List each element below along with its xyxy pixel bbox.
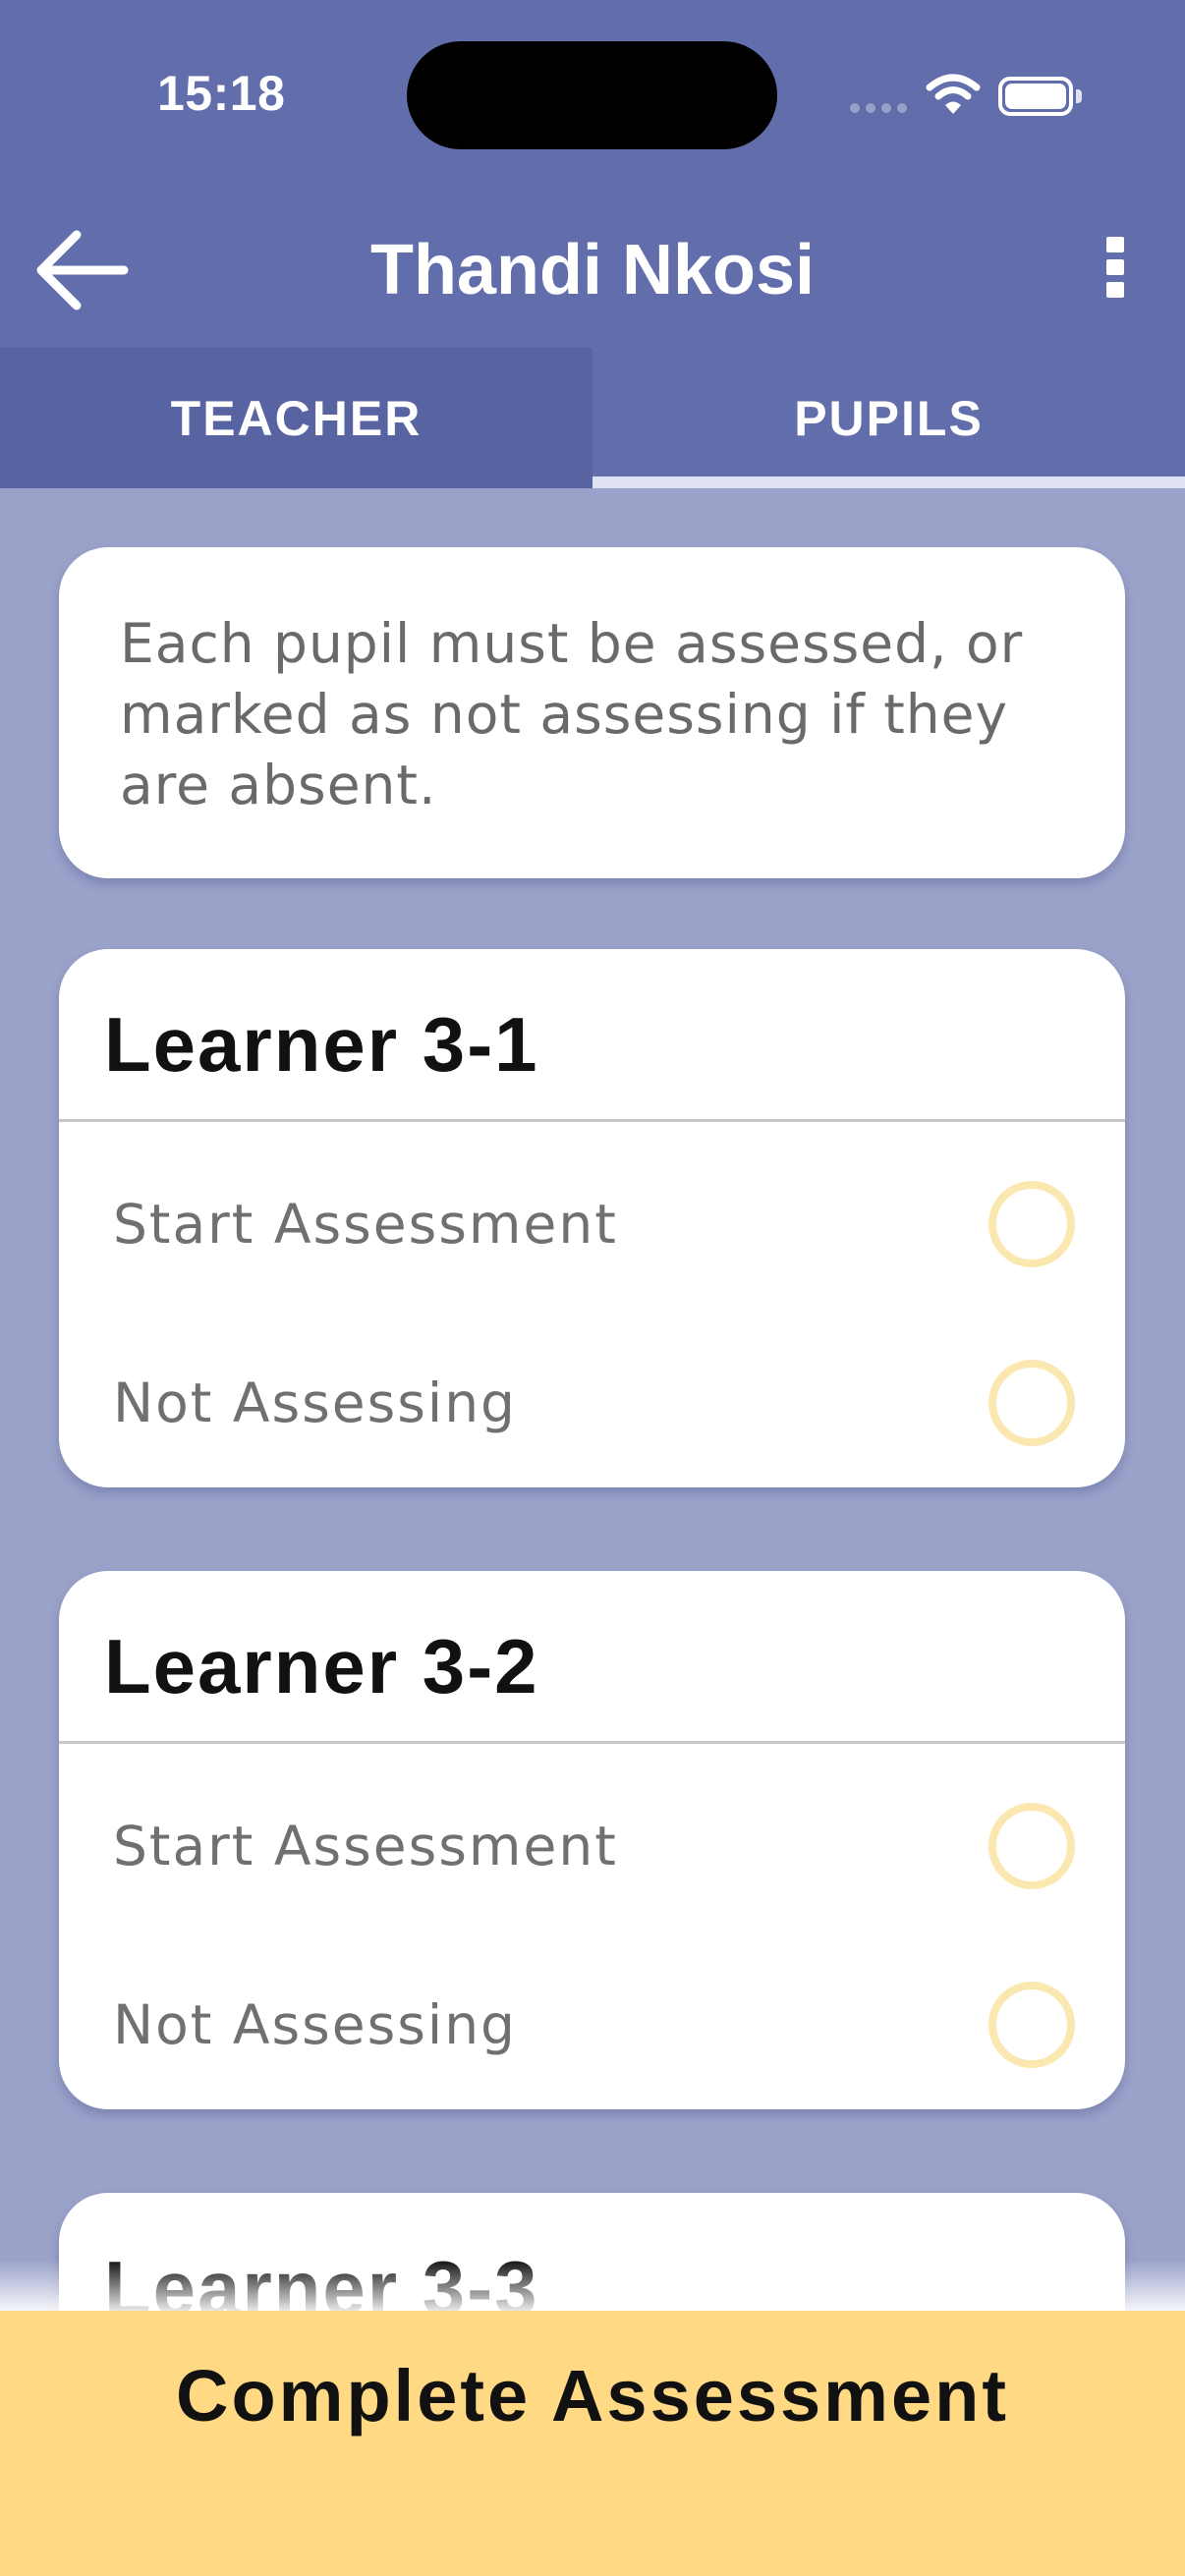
radio-button[interactable] [988, 1181, 1075, 1267]
tab-teacher[interactable]: TEACHER [0, 348, 592, 488]
tab-bar: TEACHER PUPILS [0, 348, 1185, 488]
info-text: Each pupil must be assessed, or marked a… [120, 612, 1024, 816]
learner-card: Learner 3-1 Start Assessment Not Assessi… [59, 949, 1125, 1487]
radio-button[interactable] [988, 1803, 1075, 1889]
tab-selected-indicator [592, 476, 1185, 488]
signal-icon [850, 103, 907, 115]
nav-bar: Thandi Nkosi [0, 196, 1185, 344]
status-time: 15:18 [157, 66, 286, 121]
learner-card: Learner 3-2 Start Assessment Not Assessi… [59, 1571, 1125, 2109]
more-vertical-icon [1106, 237, 1124, 298]
complete-assessment-button[interactable]: Complete Assessment [0, 2311, 1185, 2576]
wifi-icon [926, 73, 981, 116]
assessment-screen: 15:18 Thandi Nkosi TEACHER PUPILS Each p… [0, 0, 1185, 2576]
learner-name: Learner 3-1 [104, 1001, 539, 1088]
tab-pupils[interactable]: PUPILS [592, 348, 1185, 488]
radio-button[interactable] [988, 1360, 1075, 1446]
complete-assessment-label: Complete Assessment [176, 2355, 1009, 2436]
divider [59, 1741, 1125, 1744]
divider [59, 1119, 1125, 1122]
start-assessment-option[interactable]: Start Assessment [59, 1136, 1125, 1313]
info-card: Each pupil must be assessed, or marked a… [59, 547, 1125, 878]
more-menu-button[interactable] [1081, 218, 1150, 316]
back-button[interactable] [24, 216, 141, 324]
not-assessing-option[interactable]: Not Assessing [59, 1315, 1125, 1487]
not-assessing-option[interactable]: Not Assessing [59, 1936, 1125, 2109]
option-label: Not Assessing [113, 1372, 517, 1434]
scroll-fade [0, 2260, 1185, 2311]
option-label: Start Assessment [113, 1193, 618, 1256]
radio-button[interactable] [988, 1982, 1075, 2068]
battery-icon [998, 77, 1082, 116]
option-label: Not Assessing [113, 1993, 517, 2056]
option-label: Start Assessment [113, 1815, 618, 1877]
arrow-left-icon [36, 230, 129, 310]
header: 15:18 Thandi Nkosi TEACHER PUPILS [0, 0, 1185, 488]
dynamic-island [407, 41, 777, 149]
learner-name: Learner 3-2 [104, 1623, 539, 1709]
start-assessment-option[interactable]: Start Assessment [59, 1758, 1125, 1934]
page-title: Thandi Nkosi [369, 231, 816, 309]
status-bar: 15:18 [0, 0, 1185, 196]
